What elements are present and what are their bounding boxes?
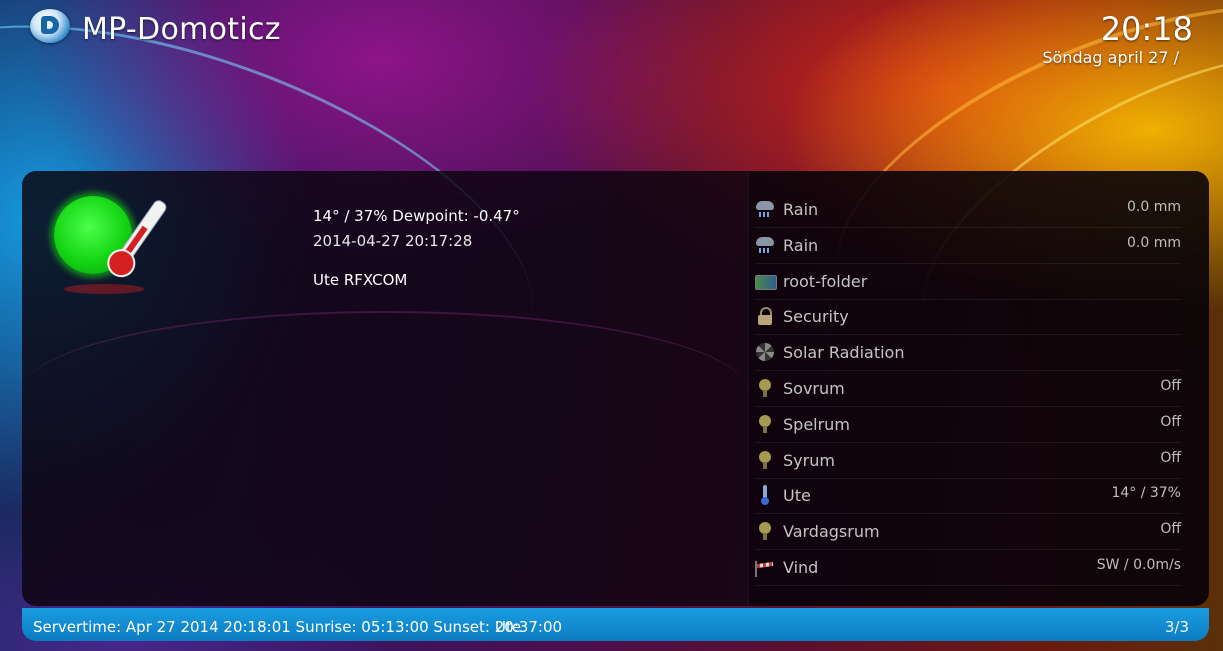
device-value: 0.0 mm (1127, 234, 1181, 251)
device-item-spelrum[interactable]: Spelrum Off (755, 408, 1181, 443)
device-item-sovrum[interactable]: Sovrum Off (755, 372, 1181, 407)
device-name: root-folder (783, 271, 868, 291)
main-panel: 14° / 37% Dewpoint: -0.47° 2014-04-27 20… (22, 171, 1209, 606)
folder-icon (755, 271, 777, 291)
bulb-icon (755, 450, 775, 470)
thermometer-icon (755, 485, 775, 506)
device-item-vind[interactable]: Vind SW / 0.0m/s (755, 551, 1181, 586)
device-name: Vardagsrum (783, 522, 880, 542)
device-name: Vind (783, 557, 819, 577)
domoticz-logo-icon (30, 9, 70, 43)
status-bar: Servertime: Apr 27 2014 20:18:01 Sunrise… (22, 608, 1209, 641)
clock-date: Söndag april 27 / (1042, 48, 1179, 67)
device-value: 0.0 mm (1127, 199, 1181, 215)
device-item-rain[interactable]: Rain 0.0 mm (755, 193, 1181, 228)
device-name: Ute (783, 486, 811, 506)
device-value: Off (1160, 377, 1181, 394)
bulb-icon (755, 521, 775, 541)
device-item-solar-radiation[interactable]: Solar Radiation (755, 336, 1181, 372)
lock-icon (755, 306, 775, 326)
device-name: Rain (783, 235, 819, 255)
device-name: Solar Radiation (783, 343, 905, 363)
device-value: 14° / 37% (1111, 485, 1181, 502)
app-title: MP-Domoticz (82, 12, 281, 47)
detail-device-name: Ute RFXCOM (313, 271, 408, 289)
device-name: Sovrum (783, 378, 845, 398)
status-device-label: Ute (495, 618, 522, 636)
detail-reading: 14° / 37% Dewpoint: -0.47° (313, 207, 520, 225)
rain-icon (755, 235, 775, 255)
wind-icon (755, 557, 775, 577)
servertime-text: Servertime: Apr 27 2014 20:18:01 Sunrise… (33, 618, 563, 636)
device-item-vardagsrum[interactable]: Vardagsrum Off (755, 515, 1181, 551)
solar-icon (755, 342, 775, 362)
device-value: Off (1160, 521, 1181, 538)
device-value: Off (1160, 413, 1181, 430)
device-list[interactable]: Rain 0.0 mm Rain 0.0 mm root-folder Secu… (748, 171, 1209, 606)
detail-timestamp: 2014-04-27 20:17:28 (313, 232, 473, 250)
device-item-security[interactable]: Security (755, 300, 1181, 336)
rain-icon (755, 199, 775, 219)
bulb-icon (755, 378, 775, 398)
device-item-rain[interactable]: Rain 0.0 mm (755, 229, 1181, 264)
device-value: Off (1160, 449, 1181, 466)
device-name: Spelrum (783, 414, 850, 434)
device-item-syrum[interactable]: Syrum Off (755, 444, 1181, 479)
clock-time: 20:18 (1100, 10, 1193, 48)
temperature-sun-icon (50, 186, 170, 296)
device-value: SW / 0.0m/s (1096, 556, 1181, 573)
device-item-ute[interactable]: Ute 14° / 37% (755, 479, 1181, 515)
device-name: Rain (783, 200, 819, 219)
device-name: Syrum (783, 450, 835, 470)
page-counter: 3/3 (1164, 618, 1189, 636)
bulb-icon (755, 414, 775, 434)
device-item-root-folder[interactable]: root-folder (755, 265, 1181, 300)
device-name: Security (783, 307, 849, 327)
